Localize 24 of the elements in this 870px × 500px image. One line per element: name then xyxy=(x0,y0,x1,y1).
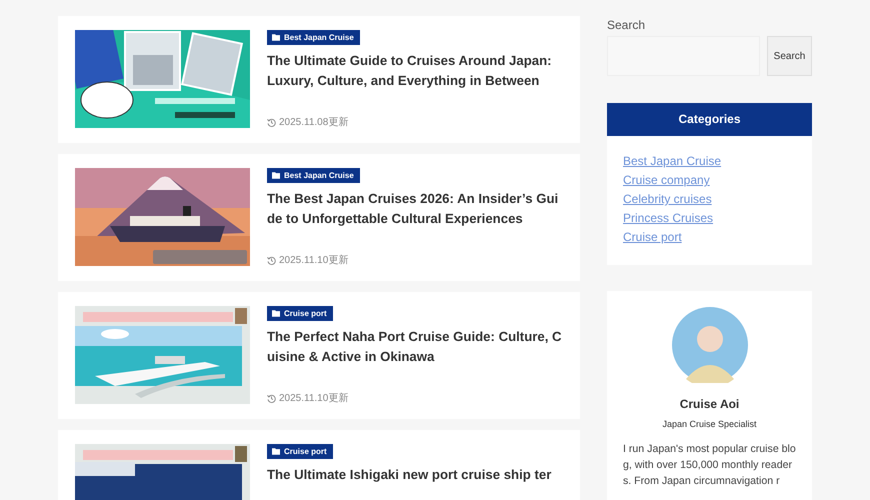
post-title[interactable]: The Best Japan Cruises 2026: An Insider’s Guide to Unforgettable Cultural Experiences xyxy=(267,189,563,229)
post-date: 2025.11.08更新 xyxy=(279,116,348,129)
search-label: Search xyxy=(607,18,646,32)
history-icon xyxy=(267,118,276,126)
history-icon xyxy=(267,256,276,264)
author-bio: I run Japan's most popular cruise blog, with over 150,000 monthly readers. From Japan circumnavigation r xyxy=(623,442,796,489)
folder-icon xyxy=(272,34,280,41)
widget-title: Categories xyxy=(607,103,812,136)
folder-icon xyxy=(272,310,280,317)
post-date: 2025.11.10更新 xyxy=(279,392,348,405)
post-title[interactable]: The Ultimate Guide to Cruises Around Japan: Luxury, Culture, and Everything in Between xyxy=(267,51,563,91)
category-tag[interactable]: Cruise port xyxy=(267,306,333,321)
category-tag[interactable]: Best Japan Cruise xyxy=(267,168,360,183)
category-tag[interactable]: Cruise port xyxy=(267,444,333,459)
post-title[interactable]: The Perfect Naha Port Cruise Guide: Culture, Cuisine & Active in Okinawa xyxy=(267,327,563,367)
category-tag[interactable]: Best Japan Cruise xyxy=(267,30,360,45)
folder-icon xyxy=(272,172,280,179)
author-name: Cruise Aoi xyxy=(680,397,740,411)
history-icon xyxy=(267,394,276,402)
author-role: Japan Cruise Specialist xyxy=(662,419,757,429)
post-date: 2025.11.10更新 xyxy=(279,254,348,267)
search-button[interactable]: Search xyxy=(767,36,812,76)
post-title[interactable]: The Ultimate Ishigaki new port cruise ship ter xyxy=(267,465,563,485)
folder-icon xyxy=(272,448,280,455)
